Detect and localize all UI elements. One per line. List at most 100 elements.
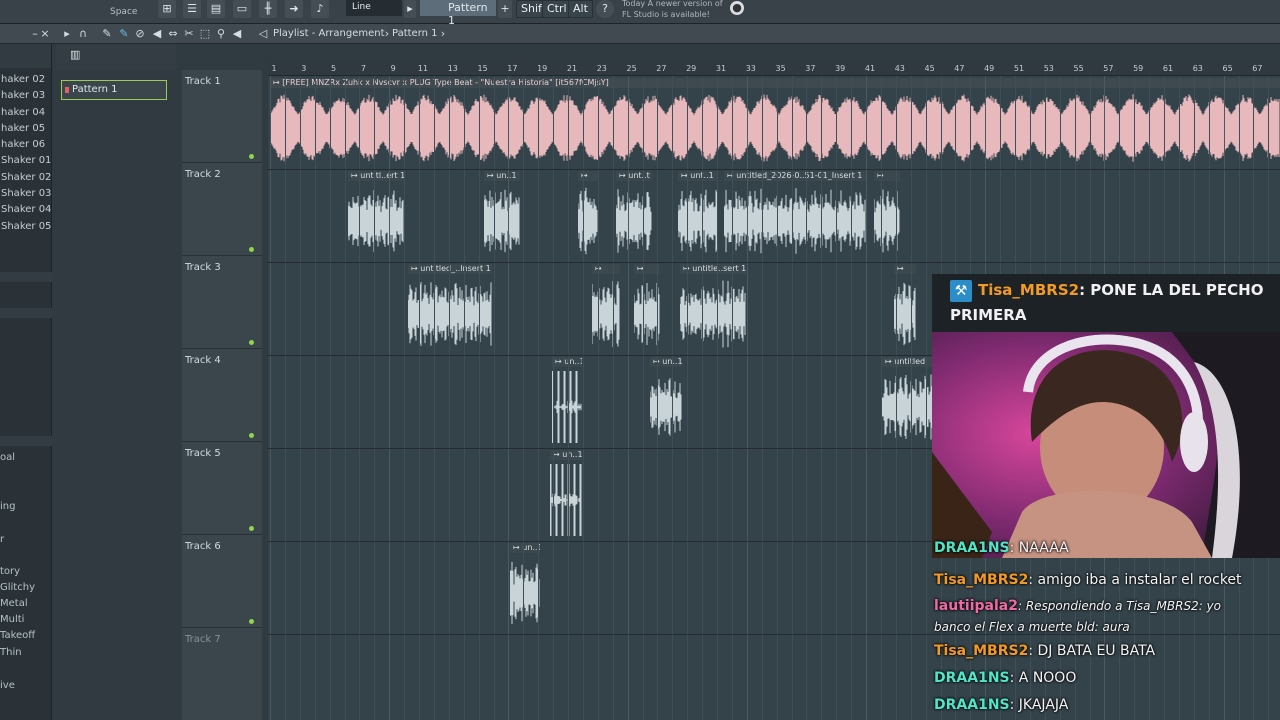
magnet-icon[interactable]: ∩ xyxy=(76,27,90,41)
browser-item[interactable]: haker 06 xyxy=(0,139,51,155)
audio-clip[interactable]: ↦ untitl..ert 1 xyxy=(348,171,404,261)
zoom-tool-icon[interactable]: ⚲ xyxy=(214,27,228,41)
audio-clip[interactable]: ↦ [FREE] MNZRx Zuhk x Nvscvr x PLUG Type… xyxy=(270,78,1280,168)
playlist-title: Playlist - Arrangement xyxy=(273,28,385,39)
collapse-icon[interactable]: ◁ xyxy=(256,27,270,41)
mixer-icon[interactable]: ╫ xyxy=(259,0,277,18)
track-enable-dot[interactable] xyxy=(249,526,254,531)
highlighted-message-text: Tisa_MBRS2: PONE LA DEL PECHO PRIMERA xyxy=(950,278,1270,328)
browser-item[interactable]: ive xyxy=(0,680,15,691)
audio-clip[interactable]: ↦ un..1 xyxy=(552,357,582,447)
audio-clip[interactable]: ↦ untitled_2026-0..51-01_Insert 1 xyxy=(724,171,866,261)
audio-clip[interactable]: ↦ un..1 xyxy=(510,543,540,633)
browser-item[interactable]: haker 05 xyxy=(0,123,51,139)
browser-item[interactable]: Multi xyxy=(0,614,24,625)
ruler-tick: 3 xyxy=(301,64,307,73)
track-header[interactable]: Track 4 xyxy=(182,349,262,442)
paint-tool-icon[interactable]: ✎ xyxy=(117,27,131,41)
browser-item[interactable]: Shaker 03 xyxy=(0,188,51,204)
grid-line xyxy=(731,76,733,720)
track-header[interactable]: Track 5 xyxy=(182,442,262,535)
browser-item[interactable]: Shaker 04 xyxy=(0,204,51,220)
track-enable-dot[interactable] xyxy=(249,340,254,345)
pattern-item[interactable]: Pattern 1 xyxy=(61,80,167,100)
waveform xyxy=(616,181,652,261)
audio-clip[interactable]: ↦ xyxy=(578,171,598,261)
add-pattern-icon[interactable]: + xyxy=(498,0,512,18)
pattern-prev-icon[interactable]: ▸ xyxy=(404,0,416,18)
fl-logo-icon[interactable]: ● xyxy=(730,1,744,15)
browser-item[interactable]: Shaker 01 xyxy=(0,155,51,171)
browser-item[interactable]: haker 04 xyxy=(0,107,51,123)
stream-chat: DRAA1NS: NAAAA Tisa_MBRS2: amigo iba a i… xyxy=(932,540,1280,720)
ruler-tick: 29 xyxy=(686,64,697,73)
alt-key[interactable]: Alt xyxy=(568,0,593,18)
help-icon[interactable]: ? xyxy=(596,0,614,18)
draw-tool-icon[interactable]: ✎ xyxy=(100,27,114,41)
select-tool-icon[interactable]: ⬚ xyxy=(198,27,212,41)
audio-clip[interactable]: ↦ un..1 xyxy=(484,171,520,261)
snap-icon[interactable]: ⊞ xyxy=(158,0,176,18)
slip-tool-icon[interactable]: ⇔ xyxy=(166,27,180,41)
ruler-tick: 41 xyxy=(864,64,876,73)
clip-title: ↦ un..1 xyxy=(550,450,582,460)
playlist-icon[interactable]: ☰ xyxy=(183,0,201,18)
slice-tool-icon[interactable]: ✂ xyxy=(182,27,196,41)
audio-clip[interactable]: ↦ un..1 xyxy=(650,357,682,447)
browser-item[interactable]: Shaker 02 xyxy=(0,172,51,188)
audio-clip[interactable]: ↦ xyxy=(634,264,660,354)
delete-tool-icon[interactable]: ⊘ xyxy=(133,27,147,41)
ruler-tick: 53 xyxy=(1043,64,1054,73)
browser-item[interactable]: Takeoff xyxy=(0,630,35,641)
track-header[interactable]: Track 3 xyxy=(182,256,262,349)
track-header[interactable]: Track 6 xyxy=(182,535,262,628)
chat-message: DRAA1NS: A NOOO xyxy=(934,670,1076,686)
chat-username: DRAA1NS xyxy=(934,670,1010,686)
track-enable-dot[interactable] xyxy=(249,154,254,159)
browser-item[interactable]: Metal xyxy=(0,598,28,609)
browser-item[interactable]: ing xyxy=(0,501,15,512)
news-panel[interactable]: Today A newer version of FL Studio is av… xyxy=(622,0,723,20)
microphone-icon[interactable]: ♪ xyxy=(311,0,329,18)
pattern-list: Pattern 1 xyxy=(56,70,176,720)
browser-item[interactable]: haker 03 xyxy=(0,90,51,106)
ruler-tick: 65 xyxy=(1222,64,1233,73)
track-header[interactable]: Track 7 xyxy=(182,628,262,720)
pattern-selector[interactable]: Pattern 1 xyxy=(420,0,496,27)
arrow-right-icon[interactable]: ➜ xyxy=(285,0,303,18)
browser-item[interactable]: Thin xyxy=(0,647,22,658)
track-enable-dot[interactable] xyxy=(249,619,254,624)
highlighted-chat-message: ⚒ Tisa_MBRS2: PONE LA DEL PECHO PRIMERA xyxy=(932,274,1280,332)
timeline-ruler[interactable]: 1 3 5 7 9 11 13 15 17 19 21 23 25 27 29 31 33 35 37 39 41 43 4… xyxy=(268,60,1280,76)
channel-rack-icon[interactable]: ▭ xyxy=(233,0,251,18)
track-enable-dot[interactable] xyxy=(249,433,254,438)
track-header[interactable]: Track 1 xyxy=(182,70,262,163)
audio-clip[interactable]: ↦ unt..1 xyxy=(678,171,718,261)
browser-item[interactable]: haker 02 xyxy=(0,74,51,90)
waveform xyxy=(510,553,540,633)
audio-clip[interactable]: ↦ untitle..sert 1 xyxy=(680,264,746,354)
audio-clip[interactable]: ↦ unt..t 1 xyxy=(616,171,652,261)
piano-icon[interactable]: ▥ xyxy=(70,48,80,61)
track-name: Track 6 xyxy=(185,541,221,552)
audio-clip[interactable]: ↦ un..1 xyxy=(550,450,582,540)
ruler-tick: 39 xyxy=(835,64,846,73)
track-enable-dot[interactable] xyxy=(249,247,254,252)
browser-item[interactable]: oal xyxy=(0,452,15,463)
grid-line xyxy=(776,76,778,720)
track-header[interactable]: Track 2 xyxy=(182,163,262,256)
play-arrow-icon[interactable]: ▸ xyxy=(60,27,74,41)
audio-clip[interactable]: ↦ xyxy=(894,264,916,354)
audio-clip[interactable]: ↦ xyxy=(592,264,620,354)
browser-item[interactable]: Glitchy xyxy=(0,582,35,593)
piano-roll-icon[interactable]: ▤ xyxy=(207,0,225,18)
browser-item[interactable]: r xyxy=(0,534,4,545)
track-name: Track 1 xyxy=(185,76,221,87)
mute-tool-icon[interactable]: ◀ xyxy=(150,27,164,41)
close-icon[interactable]: × xyxy=(38,27,52,41)
browser-item[interactable]: Shaker 05 xyxy=(0,221,51,237)
snap-selector[interactable]: Line xyxy=(346,0,402,16)
grid-line xyxy=(448,76,450,720)
speaker-icon[interactable]: ◀ xyxy=(230,27,244,41)
browser-item[interactable]: tory xyxy=(0,566,20,577)
